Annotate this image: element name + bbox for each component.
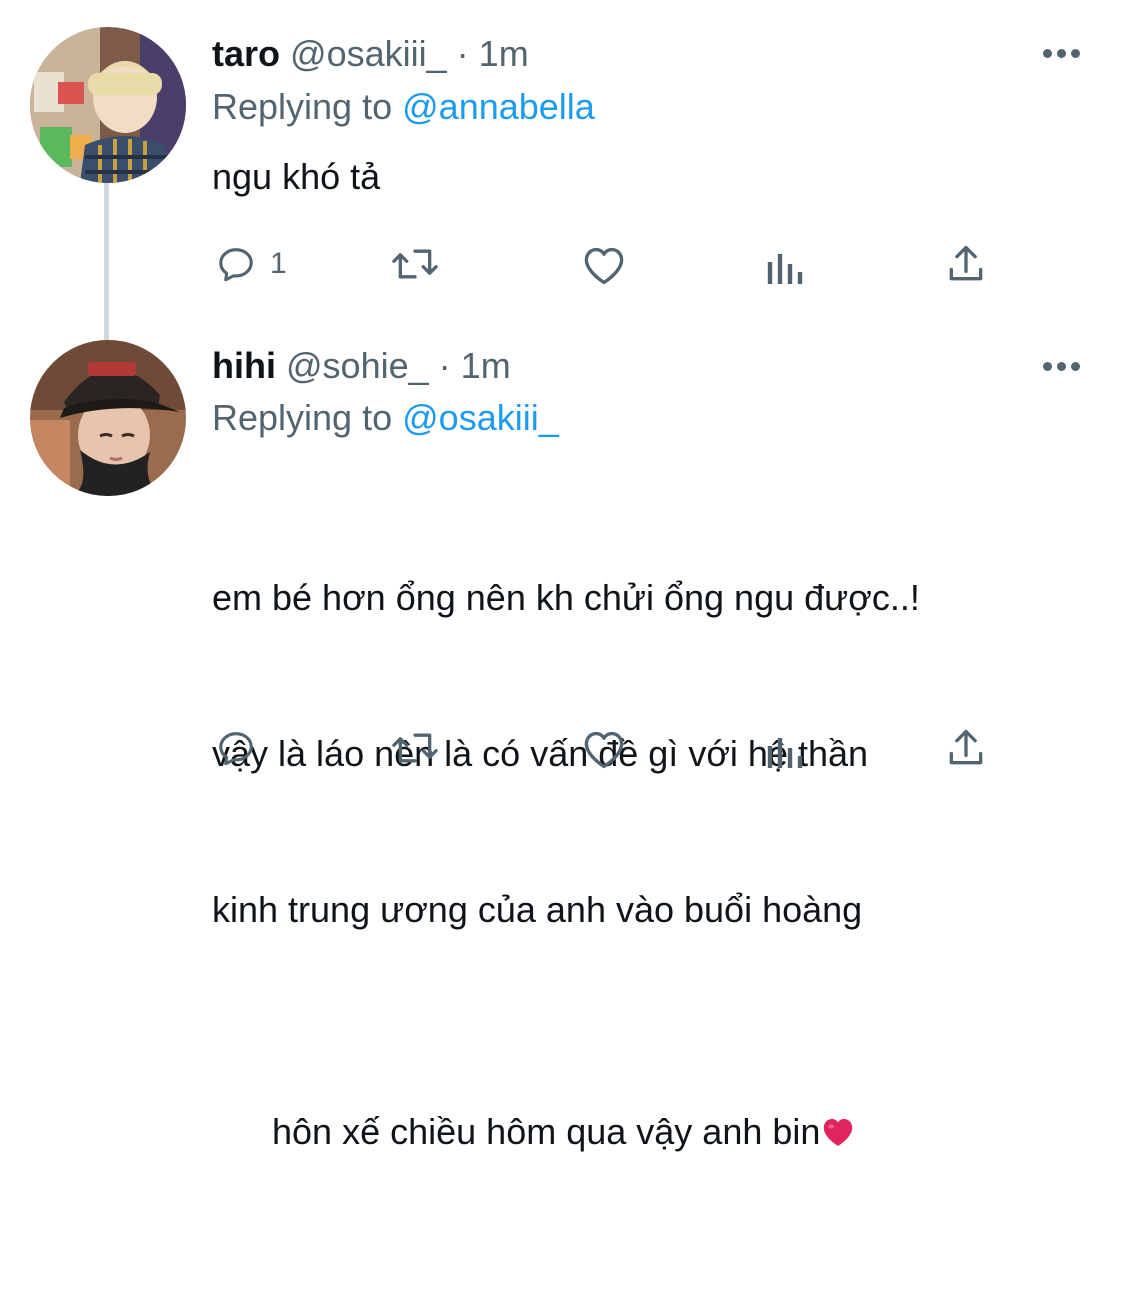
display-name[interactable]: taro (212, 33, 280, 74)
avatar[interactable] (30, 340, 186, 496)
mention-link[interactable]: @annabella (402, 86, 595, 127)
retweet-button[interactable] (388, 726, 442, 770)
analytics-icon (767, 254, 803, 284)
avatar-image (30, 340, 186, 496)
mention-link[interactable]: @osakiii_ (402, 397, 559, 438)
like-button[interactable] (580, 242, 628, 286)
share-button[interactable] (944, 242, 988, 286)
share-icon (949, 245, 983, 281)
tweet-header: taro @osakiii_ · 1m (212, 34, 529, 74)
reply-button[interactable]: 1 (214, 242, 287, 286)
replying-to-label: Replying to (212, 397, 393, 438)
retweet-icon (392, 733, 438, 763)
tweet-text-line: hôn xế chiều hôm qua vậy anh bin (212, 1054, 1072, 1210)
retweet-button[interactable] (388, 242, 442, 286)
analytics-button[interactable] (766, 244, 806, 288)
user-handle[interactable]: @sohie_ (286, 345, 429, 386)
avatar-image (30, 27, 186, 183)
red-heart-emoji (824, 1119, 853, 1146)
more-icon[interactable] (1043, 48, 1081, 60)
reply-count: 1 (270, 247, 287, 280)
separator: · (456, 33, 469, 74)
reply-button[interactable] (214, 726, 270, 770)
tweet-text-line: em bé hơn ổng nên kh chửi ổng ngu được..… (212, 577, 920, 618)
tweet-text-line-content: hôn xế chiều hôm qua vậy anh bin (272, 1111, 821, 1152)
thread-connector (104, 182, 109, 340)
reply-icon (219, 248, 253, 282)
separator: · (438, 345, 451, 386)
user-handle[interactable]: @osakiii_ (290, 33, 447, 74)
like-button[interactable] (580, 726, 628, 770)
display-name[interactable]: hihi (212, 345, 276, 386)
like-icon (584, 247, 624, 285)
share-icon (949, 729, 983, 765)
replying-to: Replying to @osakiii_ (212, 398, 559, 438)
tweet-text-line: kinh trung ương của anh vào buổi hoàng (212, 889, 863, 930)
share-button[interactable] (944, 726, 988, 770)
tweet-header: hihi @sohie_ · 1m (212, 346, 511, 386)
avatar[interactable] (30, 27, 186, 183)
timestamp[interactable]: 1m (479, 33, 529, 74)
replying-to: Replying to @annabella (212, 87, 595, 127)
more-icon[interactable] (1043, 361, 1081, 373)
tweet-text-line: vậy là láo nên là có vấn đề gì với hệ th… (212, 733, 869, 774)
tweet-text: em bé hơn ổng nên kh chửi ổng ngu được..… (212, 468, 1072, 1314)
tweet-text: ngu khó tả (212, 156, 381, 197)
analytics-icon (767, 738, 803, 768)
replying-to-label: Replying to (212, 86, 393, 127)
timestamp[interactable]: 1m (461, 345, 511, 386)
like-icon (584, 731, 624, 769)
analytics-button[interactable] (766, 728, 806, 772)
reply-icon (219, 732, 253, 766)
retweet-icon (392, 249, 438, 279)
